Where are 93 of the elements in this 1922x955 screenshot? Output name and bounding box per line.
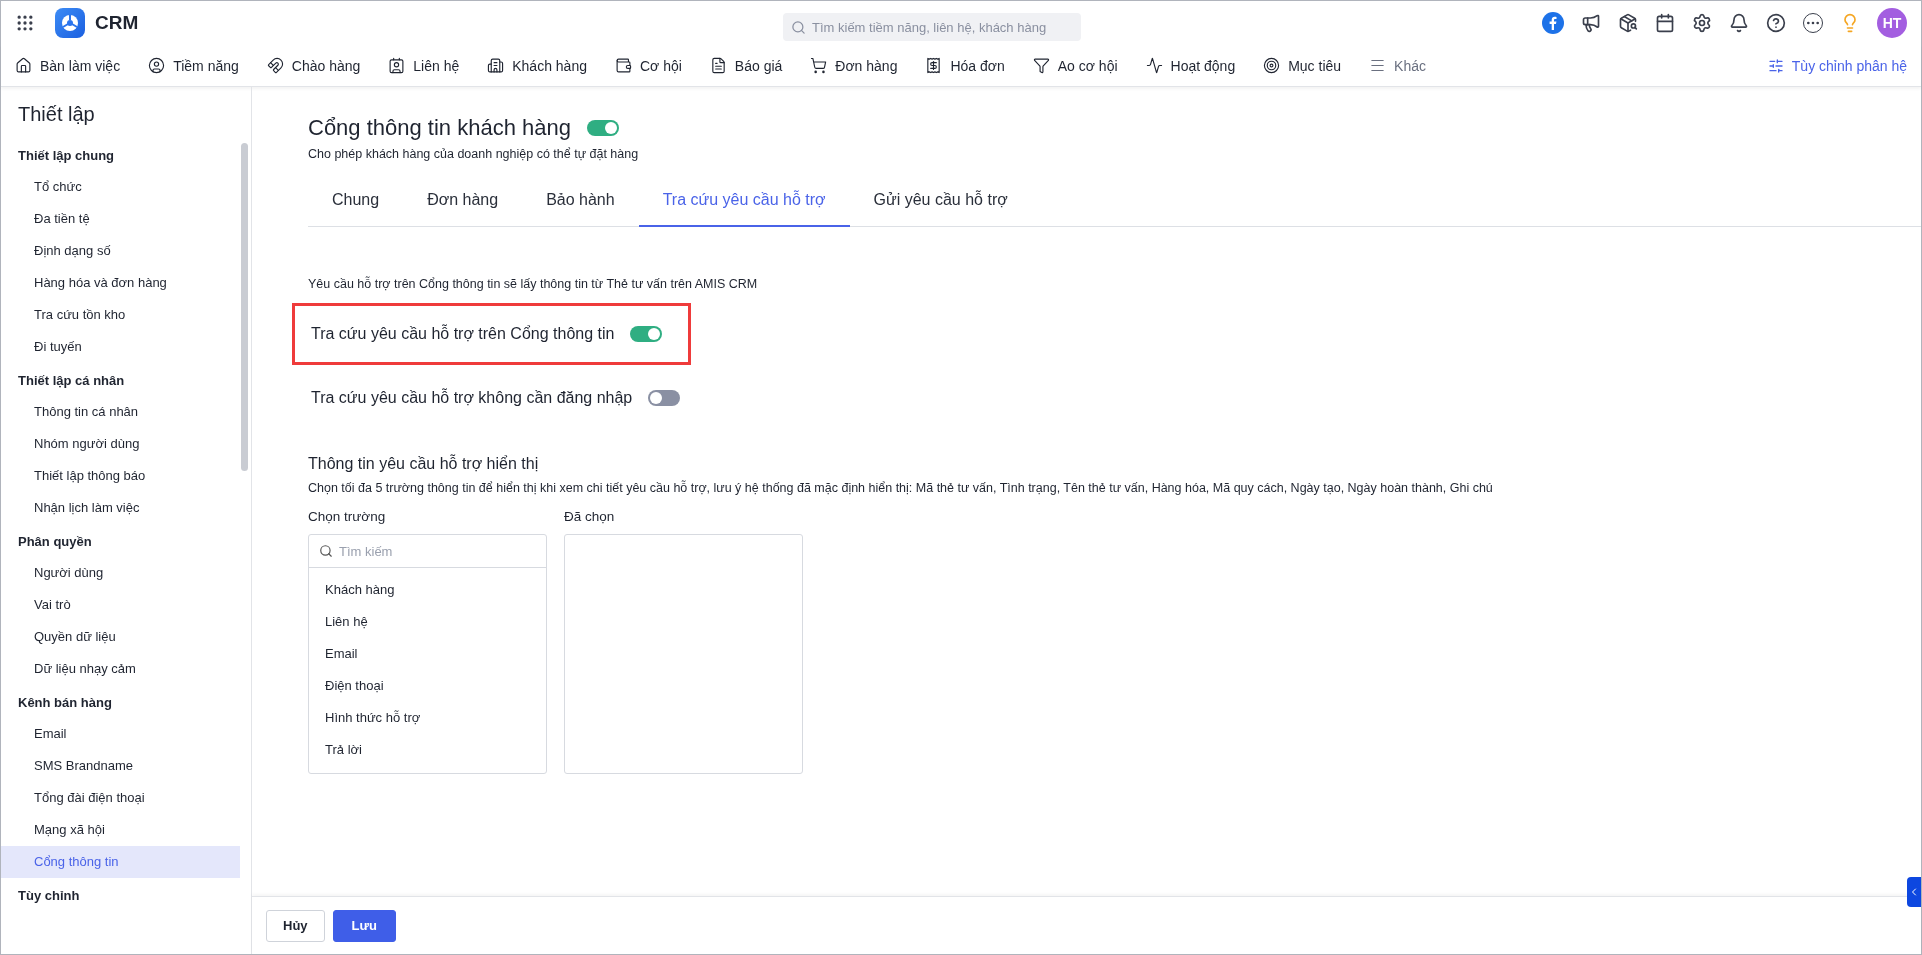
nav-item[interactable]: Tiềm năng xyxy=(148,57,239,74)
sidebar-item[interactable]: Dữ liệu nhạy cảm xyxy=(1,653,240,685)
section-description: Chọn tối đa 5 trường thông tin để hiển thị khi xem chi tiết yêu cầu hỗ trợ, lưu ý hệ thống đã mặc định hiển thị: Mã thẻ tư vấn, Tình trạng, Tên thẻ tư vấn, Hàng hóa, Mã quy cách, Ngày tạo, Ngày hoàn thành, Ghi chú xyxy=(308,481,1494,495)
cancel-button[interactable]: Hủy xyxy=(266,909,325,942)
sidebar-item[interactable]: Email xyxy=(1,718,240,750)
section-title: Thông tin yêu cầu hỗ trợ hiển thị xyxy=(308,455,540,473)
setting-label: Tra cứu yêu cầu hỗ trợ không cần đăng nhập xyxy=(311,389,633,407)
facebook-icon[interactable] xyxy=(1542,12,1564,34)
nav-item[interactable]: Khách hàng xyxy=(487,57,587,74)
sidebar-item[interactable]: Vai trò xyxy=(1,589,240,621)
nav-item[interactable]: Mục tiêu xyxy=(1263,57,1342,74)
sidebar-item[interactable]: Quyền dữ liệu xyxy=(1,621,240,653)
collapse-tab[interactable] xyxy=(1907,877,1921,907)
home-icon xyxy=(15,57,32,74)
sidebar-item[interactable]: Nhận lịch làm việc xyxy=(1,492,240,524)
funnel-icon xyxy=(1032,57,1050,74)
info-note: Yêu cầu hỗ trợ trên Cổng thông tin sẽ lấy thông tin từ Thẻ tư vấn trên AMIS CRM xyxy=(308,277,759,291)
list-item[interactable]: Liên hệ xyxy=(309,606,546,638)
toggle-switch[interactable] xyxy=(630,326,663,342)
setting-label: Tra cứu yêu cầu hỗ trợ trên Cổng thông tin xyxy=(311,325,615,343)
save-button[interactable]: Lưu xyxy=(332,909,396,942)
megaphone-icon[interactable] xyxy=(1581,13,1601,33)
nav-item[interactable]: Khác xyxy=(1369,57,1426,74)
settings-icon[interactable] xyxy=(1692,13,1712,33)
nav-item[interactable]: Chào hàng xyxy=(266,57,361,74)
page-subtitle: Cho phép khách hàng của doanh nghiệp có thể tự đặt hàng xyxy=(308,147,640,161)
tab[interactable]: Gửi yêu cầu hỗ trợ xyxy=(849,175,1032,227)
list-label: Chọn trường xyxy=(308,509,387,524)
sidebar-group-label: Phân quyền xyxy=(17,533,93,551)
menu-icon xyxy=(1369,57,1387,74)
nav-item[interactable]: Báo giá xyxy=(709,57,783,74)
receipt-icon xyxy=(925,57,943,74)
magnet-icon xyxy=(266,57,284,74)
sidebar-item[interactable]: Tổ chức xyxy=(1,171,240,203)
sidebar-item[interactable]: Cổng thông tin xyxy=(1,846,240,878)
customize-link[interactable]: Tùy chỉnh phân hệ xyxy=(1767,57,1907,74)
list-item[interactable]: Trả lời xyxy=(309,734,546,766)
search-icon xyxy=(319,544,333,558)
tab[interactable]: Bảo hành xyxy=(522,175,639,227)
list-item[interactable]: Điện thoại xyxy=(309,670,546,702)
sidebar-item[interactable]: Hàng hóa và đơn hàng xyxy=(1,267,240,299)
calendar-icon[interactable] xyxy=(1655,13,1675,33)
list-item[interactable]: Hình thức hỗ trợ xyxy=(309,702,546,734)
nav-item[interactable]: Hóa đơn xyxy=(925,57,1005,74)
user-circle-icon xyxy=(148,57,166,74)
app-name: CRM xyxy=(95,12,139,34)
building-icon xyxy=(487,57,505,74)
toggle-switch[interactable] xyxy=(648,390,681,406)
bell-icon[interactable] xyxy=(1729,13,1749,33)
tab[interactable]: Chung xyxy=(308,175,404,227)
sidebar-group-label: Kênh bán hàng xyxy=(17,694,113,712)
list-item[interactable]: Khách hàng xyxy=(309,574,546,606)
contact-card-icon xyxy=(388,57,406,74)
sidebar-item[interactable]: Đa tiền tệ xyxy=(1,203,240,235)
package-search-icon[interactable] xyxy=(1618,13,1638,33)
list-label: Đã chọn xyxy=(564,509,616,524)
sidebar-item[interactable]: Người dùng xyxy=(1,557,240,589)
toggle-switch[interactable] xyxy=(587,120,619,136)
nav-item[interactable]: Hoạt động xyxy=(1145,57,1236,74)
sidebar-title: Thiết lập xyxy=(17,102,96,127)
help-icon[interactable] xyxy=(1766,13,1786,33)
tab[interactable]: Tra cứu yêu cầu hỗ trợ xyxy=(638,175,850,227)
sidebar-group-label: Thiết lập chung xyxy=(17,147,116,165)
wallet-icon xyxy=(614,57,632,74)
tab[interactable]: Đơn hàng xyxy=(403,175,523,227)
sidebar-group-label: Tùy chỉnh xyxy=(17,887,81,905)
search-icon xyxy=(791,19,806,35)
logo-icon xyxy=(55,8,85,38)
apps-grid-icon[interactable] xyxy=(15,13,35,33)
list-item[interactable]: Email xyxy=(309,638,546,670)
sidebar-item[interactable]: Đi tuyến xyxy=(1,331,240,363)
sidebar-item[interactable]: Tổng đài điện thoại xyxy=(1,782,240,814)
nav-item[interactable]: Ao cơ hội xyxy=(1032,57,1118,74)
scrollbar-thumb[interactable] xyxy=(241,143,248,471)
sidebar-item[interactable]: Thiết lập thông báo xyxy=(1,460,240,492)
nav-item[interactable]: Bàn làm việc xyxy=(15,57,121,74)
nav-item[interactable]: Liên hệ xyxy=(388,57,460,74)
document-icon xyxy=(709,57,727,74)
nav-item[interactable]: Đơn hàng xyxy=(810,57,898,74)
page-title: Cổng thông tin khách hàng xyxy=(308,115,571,141)
sidebar-item[interactable]: Tra cứu tồn kho xyxy=(1,299,240,331)
sidebar-item[interactable]: Định dạng số xyxy=(1,235,240,267)
sliders-icon xyxy=(1767,57,1784,74)
target-icon xyxy=(1263,57,1281,74)
sidebar-item[interactable]: Nhóm người dùng xyxy=(1,428,240,460)
sidebar-item[interactable]: Thông tin cá nhân xyxy=(1,396,240,428)
sidebar-item[interactable]: SMS Brandname xyxy=(1,750,240,782)
sidebar-item[interactable]: Mạng xã hội xyxy=(1,814,240,846)
cart-icon xyxy=(810,57,828,74)
sidebar-group-label: Thiết lập cá nhân xyxy=(17,372,126,390)
user-avatar[interactable]: HT xyxy=(1877,8,1907,38)
pulse-icon xyxy=(1145,57,1163,74)
nav-item[interactable]: Cơ hội xyxy=(614,57,682,74)
